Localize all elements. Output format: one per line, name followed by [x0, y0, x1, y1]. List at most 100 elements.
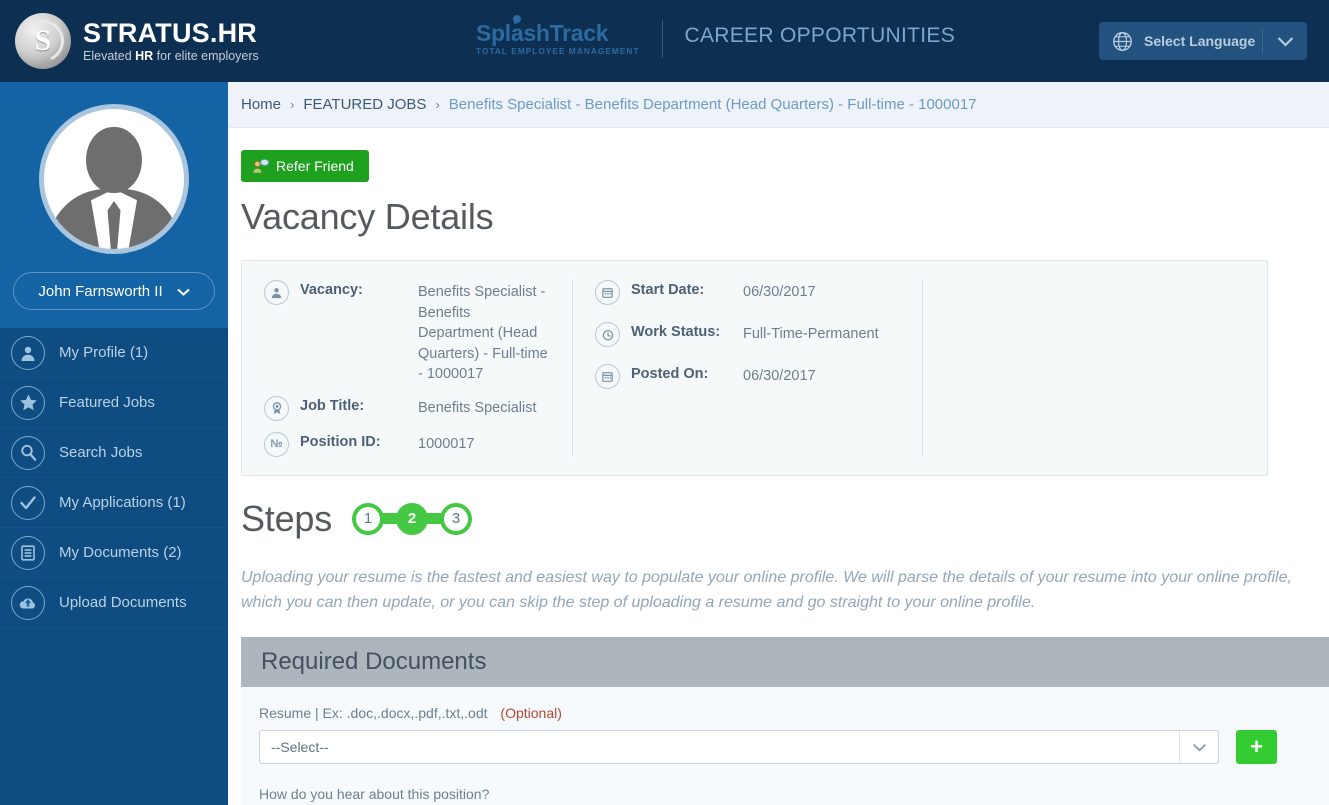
language-selector[interactable]: Select Language	[1099, 22, 1307, 60]
required-documents-panel: Required Documents Resume | Ex: .doc,.do…	[241, 637, 1329, 805]
page-root: S STRATUS.HR Elevated HR for elite emplo…	[0, 0, 1329, 805]
refer-friend-label: Refer Friend	[276, 158, 354, 174]
calendar-icon	[595, 280, 620, 305]
vacancy-details-card: Vacancy: Benefits Specialist - Benefits …	[241, 260, 1268, 476]
breadcrumb-current: Benefits Specialist - Benefits Departmen…	[448, 96, 977, 113]
resume-select-value: --Select--	[271, 739, 329, 756]
steps-title: Steps	[241, 497, 333, 539]
numero-icon: №	[264, 431, 289, 457]
brand-title: STRATUS.HR	[83, 18, 257, 49]
step-3[interactable]: 3	[440, 502, 473, 535]
content-area: Refer Friend Vacancy Details Vacancy: Be…	[228, 128, 1329, 805]
splashtrack-branding: SplashTrack TOTAL EMPLOYEE MANAGEMENT CA…	[476, 20, 956, 58]
career-opportunities-title: CAREER OPPORTUNITIES	[684, 24, 956, 47]
vacancy-label: Position ID:	[300, 433, 381, 450]
vacancy-value: Benefits Specialist	[418, 399, 537, 416]
avatar[interactable]	[39, 104, 189, 254]
sidebar-item-my-profile[interactable]: My Profile (1)	[0, 328, 228, 378]
document-icon	[11, 535, 45, 570]
vacancy-row: № Position ID: 1000017	[264, 431, 550, 457]
vacancy-value: 1000017	[418, 435, 475, 452]
sidebar-item-label: My Profile (1)	[59, 344, 149, 361]
user-menu-button[interactable]: John Farnsworth II	[13, 272, 215, 310]
sidebar-item-label: Featured Jobs	[59, 394, 155, 411]
sidebar-item-search-jobs[interactable]: Search Jobs	[0, 428, 228, 478]
main-content: Home › FEATURED JOBS › Benefits Speciali…	[228, 82, 1329, 805]
add-document-button[interactable]: +	[1236, 730, 1277, 765]
vacancy-label: Job Title:	[300, 397, 365, 414]
vacancy-row: Job Title: Benefits Specialist	[264, 395, 550, 421]
sidebar-item-my-applications[interactable]: My Applications (1)	[0, 478, 228, 528]
sidebar-item-upload-documents[interactable]: Upload Documents	[0, 578, 228, 628]
sidebar-item-label: Upload Documents	[59, 594, 187, 611]
refer-friend-icon	[252, 158, 269, 173]
splashtrack-tagline: TOTAL EMPLOYEE MANAGEMENT	[476, 47, 640, 56]
breadcrumb-featured-jobs[interactable]: FEATURED JOBS	[303, 96, 426, 113]
vacancy-row: Work Status: Full-Time-Permanent	[595, 321, 900, 347]
clock-history-icon	[595, 322, 620, 347]
vacancy-label: Vacancy:	[300, 282, 363, 298]
vacancy-value: 06/30/2017	[743, 284, 816, 300]
breadcrumb-home[interactable]: Home	[241, 96, 281, 113]
resume-field-label: Resume | Ex: .doc,.docx,.pdf,.txt,.odt (…	[259, 705, 1311, 721]
search-icon	[11, 435, 45, 470]
sidebar-item-label: My Applications (1)	[59, 494, 186, 511]
cloud-upload-icon	[11, 585, 45, 620]
vacancy-row: Start Date: 06/30/2017	[595, 279, 900, 305]
vacancy-label: Posted On:	[631, 366, 709, 382]
step-indicator: 1 2 3	[352, 502, 473, 535]
steps-section: Steps 1 2 3	[241, 498, 1316, 540]
globe-icon	[1113, 31, 1132, 51]
required-documents-heading: Required Documents	[241, 637, 1329, 688]
person-icon	[11, 335, 45, 370]
sidebar-item-label: Search Jobs	[59, 444, 143, 461]
vacancy-col-empty	[922, 279, 1267, 457]
sidebar-item-label: My Documents (2)	[59, 544, 182, 561]
user-name: John Farnsworth II	[38, 282, 163, 300]
step-1[interactable]: 1	[352, 502, 385, 535]
hear-about-label: How do you hear about this position?	[259, 786, 490, 803]
resume-optional-tag: (Optional)	[500, 705, 562, 722]
hear-about-block: How do you hear about this position? --S…	[259, 786, 1311, 805]
star-icon	[11, 385, 45, 420]
vacancy-col-right: Start Date: 06/30/2017 Work Status: Full…	[572, 279, 922, 457]
splashtrack-wordmark: SplashTrack	[476, 20, 609, 46]
breadcrumb-separator-icon: ›	[290, 97, 295, 112]
sidebar-item-my-documents[interactable]: My Documents (2)	[0, 528, 228, 578]
refer-friend-button[interactable]: Refer Friend	[241, 150, 369, 182]
badge-icon	[264, 395, 289, 421]
sidebar: John Farnsworth II My Profile (1) Featur…	[0, 82, 228, 805]
breadcrumb-separator-icon: ›	[435, 97, 440, 112]
intro-text: Uploading your resume is the fastest and…	[241, 568, 1292, 611]
step-2[interactable]: 2	[396, 502, 429, 535]
resume-label-text: Resume | Ex: .doc,.docx,.pdf,.txt,.odt	[259, 705, 488, 722]
chevron-down-icon[interactable]	[1263, 36, 1307, 47]
avatar-head	[86, 127, 142, 193]
avatar-wrapper	[0, 104, 228, 254]
resume-select[interactable]: --Select--	[259, 730, 1219, 765]
brand-text: STRATUS.HR Elevated HR for elite employe…	[83, 18, 259, 63]
resume-select-row: --Select-- +	[259, 730, 1311, 765]
language-label: Select Language	[1144, 33, 1256, 49]
brand-tagline: Elevated HR for elite employers	[83, 48, 259, 63]
vacancy-value: Full-Time-Permanent	[743, 326, 879, 342]
calendar-icon	[595, 364, 620, 389]
breadcrumb: Home › FEATURED JOBS › Benefits Speciali…	[228, 82, 1329, 128]
stratus-logo-mark-icon: S	[15, 13, 71, 69]
vacancy-row: Posted On: 06/30/2017	[595, 363, 900, 389]
vacancy-label: Start Date:	[631, 282, 705, 298]
vacancy-value: 06/30/2017	[743, 368, 816, 384]
logo-letter: S	[34, 24, 52, 57]
page-title: Vacancy Details	[241, 196, 494, 237]
required-documents-body: Resume | Ex: .doc,.docx,.pdf,.txt,.odt (…	[241, 687, 1329, 805]
header-divider	[661, 20, 663, 58]
chevron-down-icon[interactable]	[1180, 743, 1218, 752]
stratus-hr-logo[interactable]: S STRATUS.HR Elevated HR for elite emplo…	[15, 13, 259, 69]
vacancy-value: Benefits Specialist - Benefits Departmen…	[418, 284, 548, 383]
vacancy-row: Vacancy: Benefits Specialist - Benefits …	[264, 279, 550, 385]
sidebar-user-panel: John Farnsworth II	[0, 82, 228, 328]
check-icon	[11, 485, 45, 520]
person-circle-icon	[264, 280, 289, 305]
sidebar-item-featured-jobs[interactable]: Featured Jobs	[0, 378, 228, 428]
vacancy-label: Work Status:	[631, 324, 721, 340]
